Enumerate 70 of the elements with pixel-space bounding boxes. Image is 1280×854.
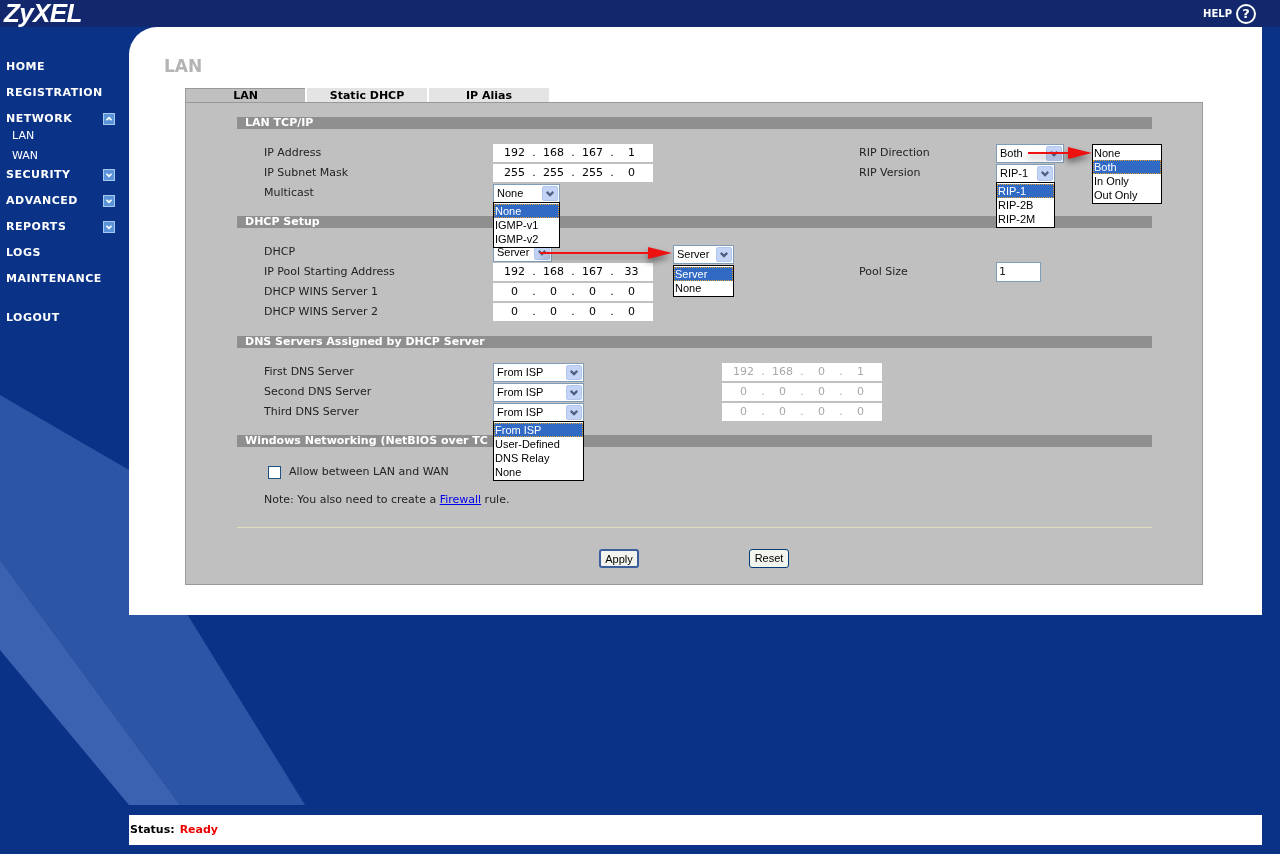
sidebar-item[interactable]: MAINTENANCE [6, 270, 102, 288]
dropdown-select[interactable]: From ISP [493, 362, 584, 382]
dropdown-select[interactable]: None [493, 183, 560, 203]
field-label: DHCP WINS Server 2 [264, 303, 379, 320]
dropdown-option[interactable]: RIP-2B [997, 197, 1054, 212]
zyxel-logo: ZyXEL [4, 0, 82, 27]
field-label: DHCP [264, 243, 297, 260]
firewall-link[interactable]: Firewall [439, 493, 482, 506]
ip-address-field[interactable]: 192 . 168 . 167 . 33 [493, 263, 653, 281]
field-label: First DNS Server [264, 363, 355, 380]
dropdown-select[interactable]: Both [996, 143, 1064, 163]
field-label: RIP Version [859, 164, 922, 181]
dropdown-option[interactable]: In Only [1093, 173, 1161, 188]
field-label: Third DNS Server [264, 403, 360, 420]
sidebar-item[interactable]: REGISTRATION [6, 84, 103, 102]
note-text: Note: You also need to create a Firewall rule. [264, 493, 511, 507]
dropdown-option[interactable]: Both [1093, 159, 1161, 174]
form-button[interactable]: Reset [749, 549, 789, 568]
pointer-arrow [1028, 145, 1092, 160]
tab[interactable]: LAN [185, 88, 305, 102]
help-link[interactable]: HELP ? [1203, 3, 1256, 24]
section-header: DNS Servers Assigned by DHCP Server [237, 336, 1152, 348]
sidebar-item[interactable]: NETWORK [6, 110, 73, 128]
field-label: IP Subnet Mask [264, 164, 350, 181]
tab[interactable]: Static DHCP [307, 88, 427, 102]
sidebar-item[interactable]: LOGS [6, 244, 41, 262]
dropdown-select[interactable]: Server [673, 244, 734, 264]
pool-size-field[interactable]: 1 [996, 262, 1041, 282]
field-label: RIP Direction [859, 144, 931, 161]
field-label: IP Pool Starting Address [264, 263, 396, 280]
tab[interactable]: IP Alias [429, 88, 549, 102]
ip-address-field[interactable]: 0 . 0 . 0 . 0 [493, 303, 653, 321]
sidebar-subitem[interactable]: LAN [12, 127, 35, 145]
dropdown-option[interactable]: Server [674, 266, 733, 281]
field-label: Pool Size [859, 263, 909, 280]
ip-address-field[interactable]: 192 . 168 . 167 . 1 [493, 144, 653, 162]
sidebar-item[interactable]: HOME [6, 58, 46, 76]
dropdown-option[interactable]: DNS Relay [494, 450, 583, 465]
dropdown-select[interactable]: RIP-1 [996, 163, 1055, 183]
ip-address-field[interactable]: 255 . 255 . 255 . 0 [493, 164, 653, 182]
dropdown-option[interactable]: RIP-1 [997, 183, 1054, 198]
dropdown-option[interactable]: IGMP-v1 [494, 217, 559, 232]
field-label: Second DNS Server [264, 383, 373, 400]
status-label: Status: [130, 821, 175, 838]
dropdown-select[interactable]: From ISP [493, 402, 584, 422]
field-label: IP Address [264, 144, 323, 161]
checkbox-label: Allow between LAN and WAN [289, 463, 449, 480]
form-button[interactable]: Apply [599, 549, 639, 568]
dropdown-select[interactable]: From ISP [493, 382, 584, 402]
field-label: DHCP WINS Server 1 [264, 283, 379, 300]
ip-address-field[interactable]: 0 . 0 . 0 . 0 [493, 283, 653, 301]
dropdown-option[interactable]: None [1093, 145, 1161, 160]
checkbox[interactable] [268, 465, 281, 479]
sidebar-subitem[interactable]: WAN [12, 147, 39, 165]
sidebar-item[interactable]: SECURITY [6, 166, 71, 184]
dropdown-option[interactable]: RIP-2M [997, 211, 1054, 226]
dropdown-option[interactable]: None [674, 280, 733, 295]
sidebar-item[interactable]: LOGOUT [6, 309, 60, 327]
sidebar-item[interactable]: ADVANCED [6, 192, 78, 210]
sidebar-item[interactable]: REPORTS [6, 218, 67, 236]
dropdown-option[interactable]: None [494, 203, 559, 218]
page-title: LAN [164, 57, 204, 75]
dropdown-option[interactable]: None [494, 464, 583, 479]
status-value: Ready [179, 821, 219, 838]
dropdown-option[interactable]: User-Defined [494, 436, 583, 451]
dropdown-option[interactable]: From ISP [494, 422, 583, 437]
help-icon: ? [1236, 3, 1256, 24]
field-label: Multicast [264, 184, 315, 201]
dropdown-option[interactable]: Out Only [1093, 187, 1161, 202]
section-header: LAN TCP/IP [237, 117, 1152, 129]
